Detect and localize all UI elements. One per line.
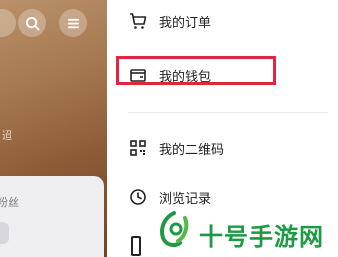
menu-divider [128, 112, 328, 113]
menu-item-label: 浏览记录 [159, 191, 212, 207]
search-button[interactable] [18, 9, 46, 37]
search-icon [25, 16, 40, 31]
cart-icon [129, 12, 147, 30]
card-tab[interactable] [0, 222, 9, 244]
menu-item-label: 我的订单 [159, 15, 212, 31]
menu-button[interactable] [59, 9, 87, 37]
partial-circle-button[interactable] [0, 9, 16, 37]
menu-item-qrcode[interactable]: 我的二维码 [107, 133, 338, 163]
qrcode-icon [129, 139, 147, 157]
watermark-text: 十号手游网 [199, 223, 324, 251]
hamburger-icon [67, 18, 79, 28]
site-watermark: 十号手游网 [154, 205, 338, 257]
profile-background-panel: 迢 粉丝 [0, 0, 107, 257]
clock-icon [129, 188, 147, 206]
faded-profile-text: 迢 [2, 131, 12, 142]
menu-item-orders[interactable]: 我的订单 [107, 6, 338, 36]
phone-icon [131, 236, 141, 256]
watermark-logo-icon [160, 211, 189, 248]
followers-label: 粉丝 [0, 196, 19, 209]
wallet-highlight-box [116, 56, 276, 85]
profile-card: 粉丝 [0, 176, 104, 257]
menu-item-label: 我的二维码 [159, 142, 225, 158]
